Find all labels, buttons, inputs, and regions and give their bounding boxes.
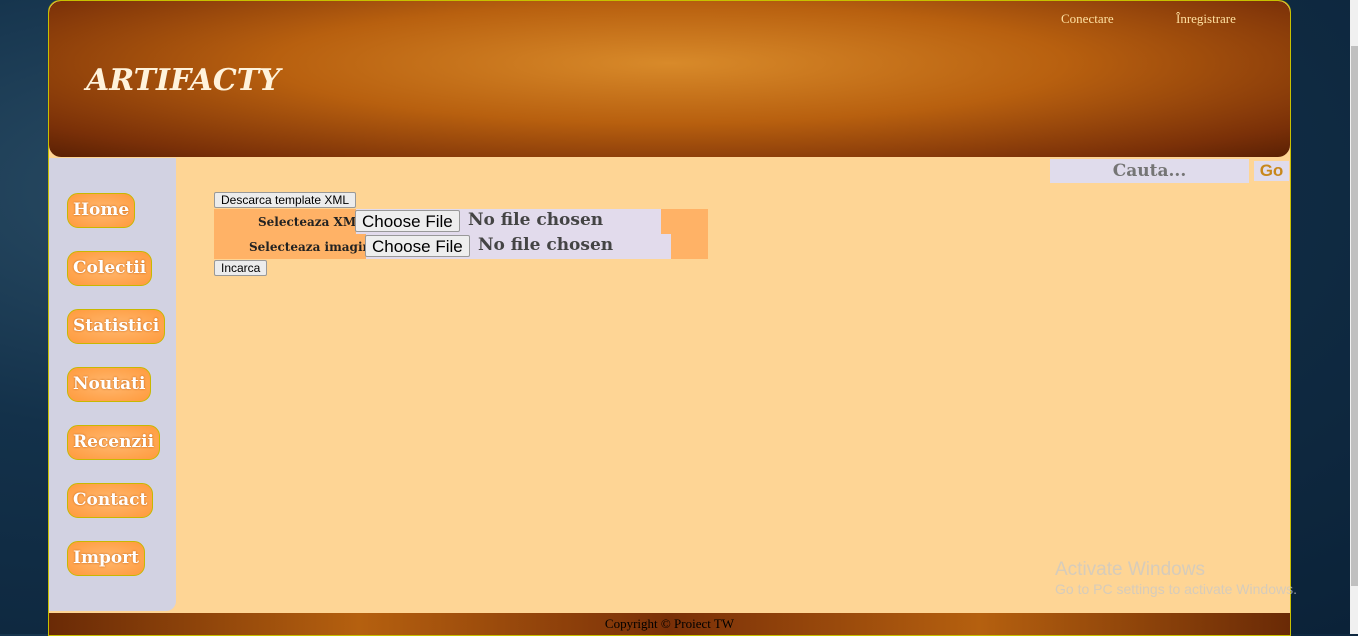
sidebar: Home Colectii Statistici Noutati Recenzi…: [49, 158, 176, 611]
download-template-button[interactable]: Descarca template XML: [214, 192, 357, 208]
image-label: Selecteaza imagine:: [249, 240, 384, 254]
nav-noutati[interactable]: Noutati: [67, 367, 152, 402]
site-logo[interactable]: ARTIFACTY: [86, 63, 280, 98]
activation-watermark: Activate Windows Go to PC settings to ac…: [1055, 559, 1297, 597]
xml-choose-file-button[interactable]: Choose File: [355, 210, 460, 232]
register-link[interactable]: Înregistrare: [1176, 11, 1236, 27]
scrollbar-thumb[interactable]: [1351, 46, 1358, 586]
image-no-file-text: No file chosen: [478, 235, 614, 255]
watermark-subtitle: Go to PC settings to activate Windows.: [1055, 581, 1297, 597]
search-go-button[interactable]: Go: [1254, 161, 1289, 181]
nav-import[interactable]: Import: [67, 541, 145, 576]
search-input[interactable]: [1050, 159, 1249, 183]
nav-home[interactable]: Home: [67, 193, 136, 228]
nav-statistici[interactable]: Statistici: [67, 309, 166, 344]
header-banner: ARTIFACTY Conectare Înregistrare: [49, 1, 1290, 157]
nav-recenzii[interactable]: Recenzii: [67, 425, 161, 460]
upload-form: Selecteaza XML: Choose File No file chos…: [214, 209, 708, 259]
login-link[interactable]: Conectare: [1061, 11, 1114, 27]
page-container: ARTIFACTY Conectare Înregistrare Go Home…: [48, 0, 1291, 636]
nav-colectii[interactable]: Colectii: [67, 251, 153, 286]
footer: Copyright © Proiect TW: [49, 613, 1290, 635]
nav-contact[interactable]: Contact: [67, 483, 154, 518]
upload-button[interactable]: Incarca: [214, 260, 268, 276]
xml-label: Selecteaza XML:: [258, 215, 369, 229]
watermark-title: Activate Windows: [1055, 559, 1205, 580]
xml-no-file-text: No file chosen: [468, 210, 604, 230]
image-choose-file-button[interactable]: Choose File: [365, 235, 470, 257]
